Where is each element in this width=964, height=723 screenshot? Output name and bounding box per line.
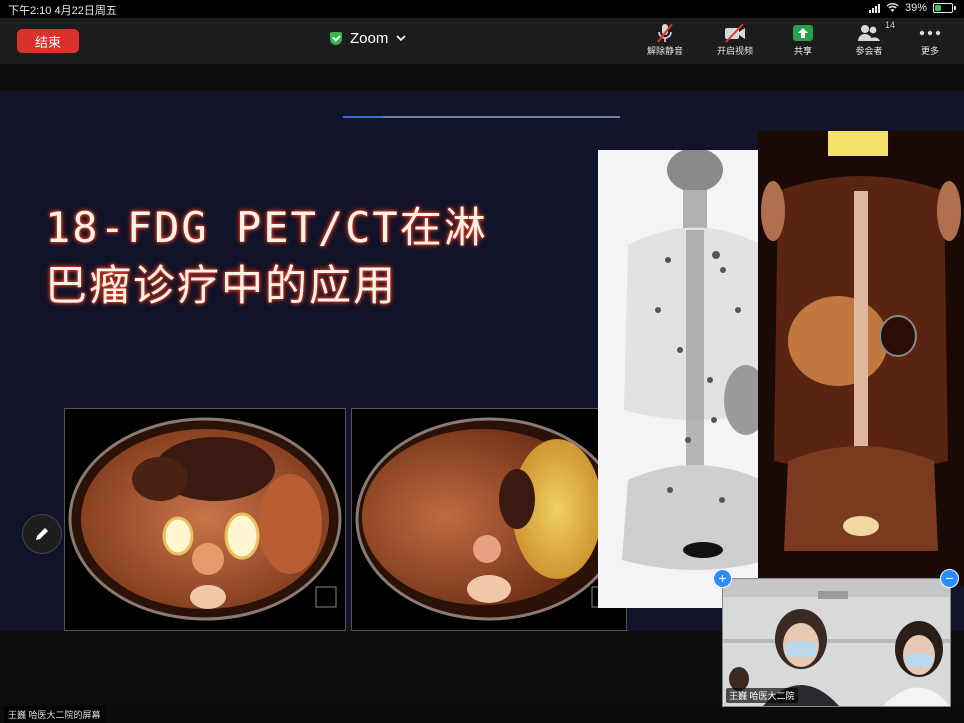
pet-ct-axial-image-2 [351, 408, 627, 631]
zoom-toolbar: 结束 Zoom 解除静音 开启视频 共享 14 参会者 更多 [0, 18, 964, 64]
meeting-info-dropdown[interactable]: Zoom [330, 30, 406, 47]
participants-icon: 14 [857, 20, 895, 44]
screen-share-label: 王巍 哈医大二院的屏幕 [4, 706, 105, 723]
app-title: Zoom [350, 30, 389, 47]
battery-percent: 39% [904, 2, 927, 14]
start-video-button[interactable]: 开启视频 [709, 22, 761, 57]
share-icon [792, 22, 814, 44]
more-button[interactable]: 更多 [904, 22, 956, 57]
video-off-icon [723, 22, 747, 44]
slide-accent-line [343, 116, 620, 118]
minimize-video-button[interactable]: − [940, 569, 959, 588]
signal-icon [868, 3, 880, 13]
presentation-slide: 18-FDG PET/CT在淋 巴瘤诊疗中的应用 [0, 91, 964, 631]
participant-count: 14 [885, 20, 896, 30]
mic-muted-icon [654, 22, 676, 44]
annotate-button[interactable] [22, 514, 62, 554]
chevron-down-icon [396, 35, 406, 42]
security-shield-icon [330, 32, 342, 45]
unmute-button[interactable]: 解除静音 [639, 22, 691, 57]
add-video-button[interactable]: + [713, 569, 732, 588]
end-meeting-button[interactable]: 结束 [17, 29, 79, 53]
pencil-icon [36, 528, 48, 540]
share-screen-button[interactable]: 共享 [777, 22, 829, 57]
wifi-icon [886, 3, 899, 12]
participants-button[interactable]: 14 参会者 [843, 20, 895, 57]
battery-icon [933, 3, 956, 13]
slide-title: 18-FDG PET/CT在淋 巴瘤诊疗中的应用 [45, 199, 565, 315]
slide-title-line1: 18-FDG PET/CT在淋 [45, 203, 488, 252]
participant-video-tile[interactable]: 王巍 哈医大二院 [722, 578, 951, 707]
participant-name-label: 王巍 哈医大二院 [726, 688, 798, 703]
slide-title-line2: 巴瘤诊疗中的应用 [45, 261, 398, 310]
pet-ct-axial-image-1 [64, 408, 346, 631]
status-bar: 下午2:10 4月22日周五 39% [0, 0, 964, 18]
status-time-date: 下午2:10 4月22日周五 [8, 5, 117, 17]
pet-ct-coronal-image [758, 131, 964, 586]
more-icon [919, 22, 941, 44]
